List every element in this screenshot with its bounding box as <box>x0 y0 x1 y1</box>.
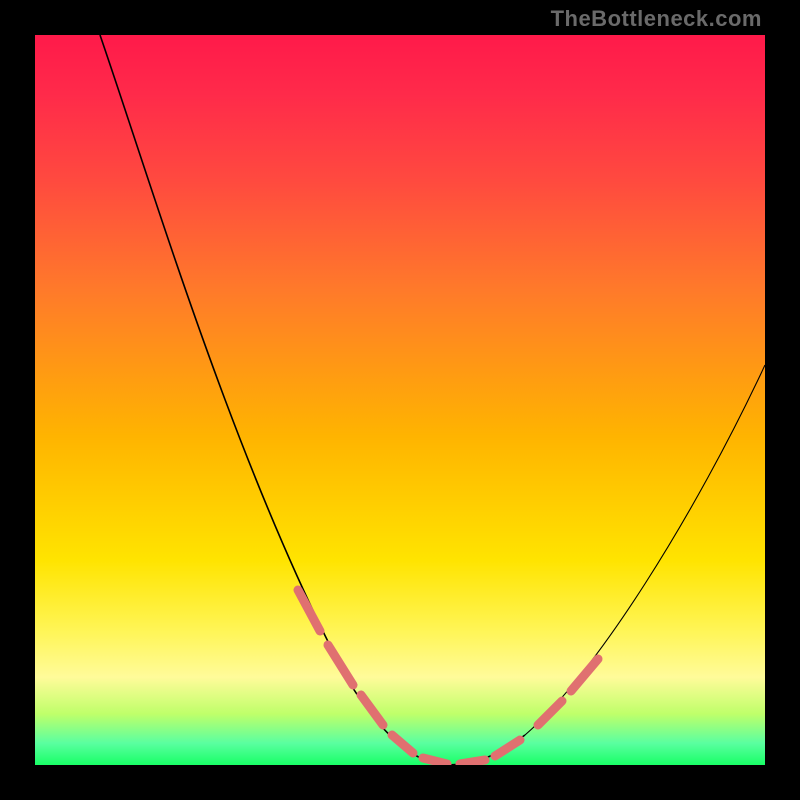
chart-frame: TheBottleneck.com <box>0 0 800 800</box>
highlight-right-dash-1 <box>538 701 562 725</box>
highlight-left-dash-2 <box>328 645 353 685</box>
plot-area <box>35 35 765 765</box>
highlight-valley-dash-3 <box>495 740 520 756</box>
highlight-left-dash-1 <box>298 590 320 631</box>
highlight-right-dash-2 <box>571 659 598 691</box>
bottleneck-curve-left <box>100 35 445 765</box>
highlight-valley-dash-1 <box>423 758 447 764</box>
watermark-label: TheBottleneck.com <box>551 6 762 32</box>
highlight-left-dash-3 <box>361 695 383 725</box>
curve-svg <box>35 35 765 765</box>
highlight-valley-dash-2 <box>460 760 485 764</box>
bottleneck-curve-right <box>525 365 765 735</box>
highlight-left-dash-4 <box>392 735 413 753</box>
